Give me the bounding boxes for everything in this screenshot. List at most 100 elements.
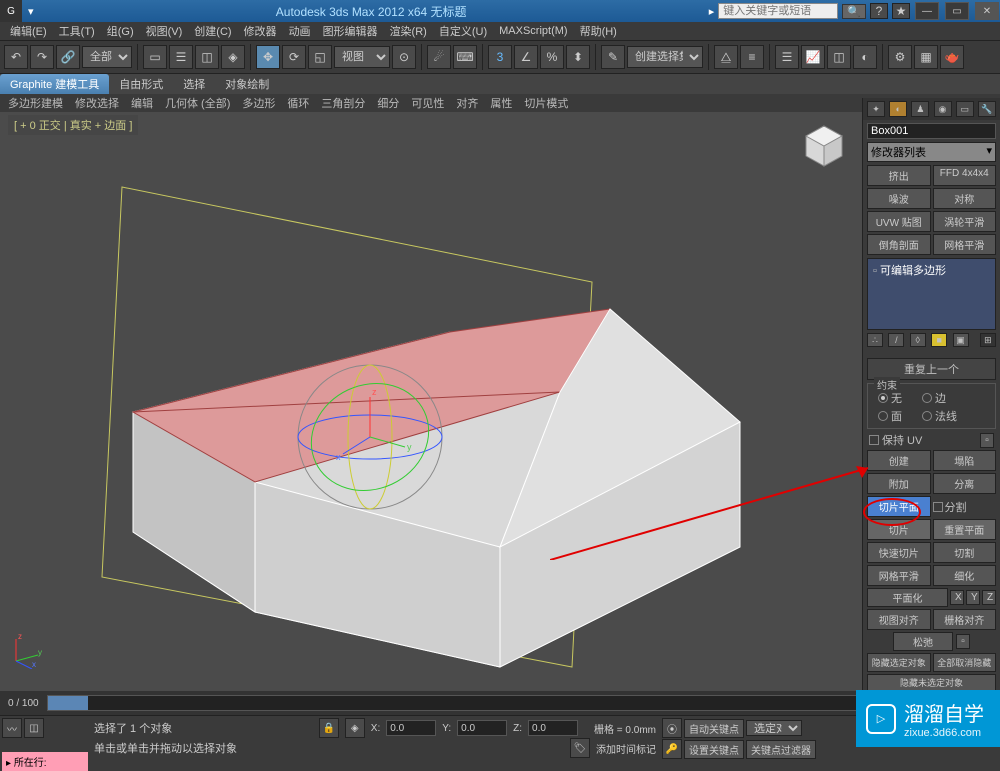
ref-coord[interactable]: 视图 <box>334 46 390 68</box>
r2-subdiv[interactable]: 细分 <box>371 94 405 112</box>
btn-z[interactable]: Z <box>982 590 996 605</box>
minimize-button[interactable]: — <box>915 2 939 20</box>
modifier-stack[interactable]: ▫ 可编辑多边形 <box>867 258 996 330</box>
ribbon-tab-graphite[interactable]: Graphite 建模工具 <box>0 74 109 94</box>
btn-y[interactable]: Y <box>966 590 980 605</box>
coord-x[interactable] <box>386 720 436 736</box>
r2-geomall[interactable]: 几何体 (全部) <box>159 94 236 112</box>
btn-slice[interactable]: 切片 <box>867 519 931 540</box>
panel-create-icon[interactable]: ✦ <box>867 101 885 117</box>
so-element[interactable]: ▣ <box>953 333 969 347</box>
schematic-button[interactable]: ◫ <box>827 45 851 69</box>
select-button[interactable]: ▭ <box>143 45 167 69</box>
panel-display-icon[interactable]: ▭ <box>956 101 974 117</box>
viewcube-icon[interactable] <box>798 120 850 172</box>
lock-icon[interactable]: 🔒 <box>319 718 339 738</box>
btn-unhideall[interactable]: 全部取消隐藏 <box>933 653 997 672</box>
menu-help[interactable]: 帮助(H) <box>574 23 623 39</box>
render-button[interactable]: 🫖 <box>940 45 964 69</box>
btn-msmooth[interactable]: 网格平滑 <box>867 565 931 586</box>
snap-button[interactable]: 3 <box>488 45 512 69</box>
menu-customize[interactable]: 自定义(U) <box>433 23 493 39</box>
close-button[interactable]: ✕ <box>975 2 999 20</box>
r2-tri[interactable]: 三角剖分 <box>315 94 371 112</box>
search-icon[interactable]: 🔍 <box>842 4 866 19</box>
qb-ffd[interactable]: FFD 4x4x4 <box>933 165 997 186</box>
menu-render[interactable]: 渲染(R) <box>384 23 433 39</box>
btn-viewalign[interactable]: 视图对齐 <box>867 609 931 630</box>
chk-split[interactable] <box>933 502 943 512</box>
scale-button[interactable]: ◱ <box>308 45 332 69</box>
modifier-list[interactable]: 修改器列表▾ <box>867 142 996 162</box>
spinner-snap-button[interactable]: ⬍ <box>566 45 590 69</box>
object-name-field[interactable]: Box001 <box>867 123 996 139</box>
material-editor-button[interactable]: ◐ <box>853 45 877 69</box>
mirror-button[interactable]: ⧋ <box>714 45 738 69</box>
time-slider[interactable] <box>47 695 862 711</box>
add-timetag[interactable]: 添加时间标记 <box>596 741 656 756</box>
r2-poly[interactable]: 多边形 <box>236 94 281 112</box>
curve-editor-button[interactable]: 📈 <box>801 45 825 69</box>
help-icon[interactable]: ? <box>870 3 888 19</box>
manip-button[interactable]: ☄ <box>427 45 451 69</box>
btn-detach[interactable]: 分离 <box>933 473 997 494</box>
so-poly[interactable]: ■ <box>931 333 947 347</box>
panel-util-icon[interactable]: 🔧 <box>978 101 996 117</box>
keyfilter-button[interactable]: 关键点过滤器 <box>746 740 816 759</box>
keymode-button[interactable]: ⌨ <box>453 45 477 69</box>
menu-grapheditor[interactable]: 图形编辑器 <box>317 23 384 39</box>
menu-edit[interactable]: 编辑(E) <box>4 23 53 39</box>
menu-tools[interactable]: 工具(T) <box>53 23 101 39</box>
btn-slice-plane[interactable]: 切片平面 <box>867 496 931 517</box>
radio-edge[interactable] <box>922 393 932 403</box>
r2-slice[interactable]: 切片模式 <box>518 94 574 112</box>
timeline[interactable]: 0 / 100 <box>0 691 862 715</box>
menu-create[interactable]: 创建(C) <box>188 23 237 39</box>
mini-track-icon[interactable]: ◫ <box>24 718 44 738</box>
setkey-icon[interactable]: 🔑 <box>662 739 682 759</box>
qb-noise[interactable]: 噪波 <box>867 188 931 209</box>
redo-button[interactable]: ↷ <box>30 45 54 69</box>
viewport-label[interactable]: [ + 0 正交 | 真实 + 边面 ] <box>8 115 138 135</box>
ribbon-tab-objectpaint[interactable]: 对象绘制 <box>215 74 279 94</box>
select-rect-button[interactable]: ◫ <box>195 45 219 69</box>
search-input[interactable] <box>718 3 838 19</box>
maximize-button[interactable]: ▭ <box>945 2 969 20</box>
qb-meshsmooth[interactable]: 网格平滑 <box>933 234 997 255</box>
so-edge[interactable]: / <box>888 333 904 347</box>
align-button[interactable]: ≡ <box>740 45 764 69</box>
move-button[interactable]: ✥ <box>256 45 280 69</box>
menu-animation[interactable]: 动画 <box>283 23 317 39</box>
btn-gridalign[interactable]: 栅格对齐 <box>933 609 997 630</box>
chk-preserve-uv[interactable] <box>869 435 879 445</box>
mini-curve-icon[interactable]: 〰 <box>2 718 22 738</box>
btn-cut[interactable]: 切割 <box>933 542 997 563</box>
btn-create[interactable]: 创建 <box>867 450 931 471</box>
panel-hierarchy-icon[interactable]: ♟ <box>911 101 929 117</box>
star-icon[interactable]: ★ <box>892 3 910 19</box>
radio-face[interactable] <box>878 411 888 421</box>
btn-reset-plane[interactable]: 重置平面 <box>933 519 997 540</box>
btn-x[interactable]: X <box>950 590 964 605</box>
menu-view[interactable]: 视图(V) <box>140 23 189 39</box>
btn-hideunsel[interactable]: 隐藏未选定对象 <box>867 674 996 691</box>
undo-button[interactable]: ↶ <box>4 45 28 69</box>
qb-turbo[interactable]: 涡轮平滑 <box>933 211 997 232</box>
qb-bevel[interactable]: 倒角剖面 <box>867 234 931 255</box>
qb-extrude[interactable]: 挤出 <box>867 165 931 186</box>
so-border[interactable]: ◊ <box>910 333 926 347</box>
named-selection-set[interactable]: 创建选择集 <box>627 46 703 68</box>
btn-attach[interactable]: 附加 <box>867 473 931 494</box>
btn-tess[interactable]: 细化 <box>933 565 997 586</box>
iso-icon[interactable]: ◈ <box>345 718 365 738</box>
render-frame-button[interactable]: ▦ <box>914 45 938 69</box>
ribbon-tab-select[interactable]: 选择 <box>173 74 215 94</box>
panel-motion-icon[interactable]: ◉ <box>934 101 952 117</box>
r2-polymodel[interactable]: 多边形建模 <box>2 94 69 112</box>
btn-collapse[interactable]: 塌陷 <box>933 450 997 471</box>
render-setup-button[interactable]: ⚙ <box>888 45 912 69</box>
menu-group[interactable]: 组(G) <box>101 23 140 39</box>
timetag-icon[interactable]: 🏷 <box>570 738 590 758</box>
selection-scope[interactable]: 全部 <box>82 46 132 68</box>
relax-settings[interactable]: ▫ <box>956 634 970 649</box>
